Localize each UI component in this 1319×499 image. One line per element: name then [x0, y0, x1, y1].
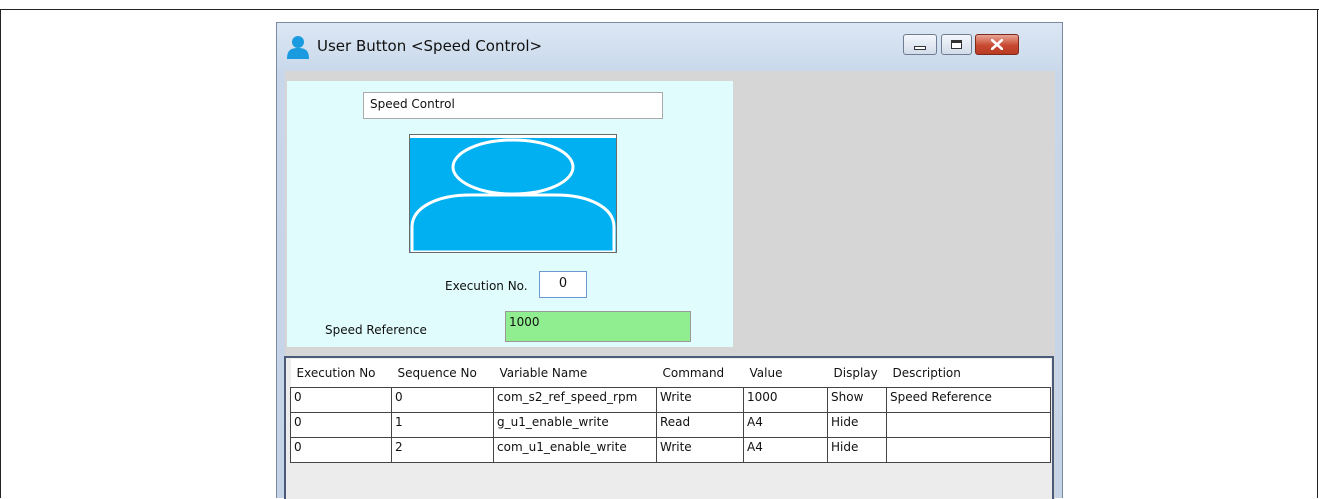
maximize-icon [951, 40, 962, 49]
table-cell[interactable]: g_u1_enable_write [493, 412, 657, 438]
window-title: User Button <Speed Control> [317, 37, 543, 55]
speed-reference-field[interactable]: 1000 [505, 311, 691, 342]
sequence-table: Execution No Sequence No Variable Name C… [290, 359, 1051, 463]
table-header-row: Execution No Sequence No Variable Name C… [290, 359, 1051, 388]
column-header[interactable]: Command [656, 359, 744, 388]
table-cell[interactable]: 2 [391, 437, 494, 463]
user-icon [287, 36, 309, 59]
button-name-field[interactable]: Speed Control [363, 92, 663, 119]
column-header[interactable]: Value [743, 359, 828, 388]
page-border-right [1317, 9, 1318, 498]
user-button-window: User Button <Speed Control> Speed Contro… [276, 22, 1063, 499]
table-cell[interactable]: 1 [391, 412, 494, 438]
table-cell[interactable]: 0 [290, 387, 392, 413]
table-cell[interactable]: com_u1_enable_write [493, 437, 657, 463]
table-cell[interactable]: Speed Reference [886, 387, 1051, 413]
table-row[interactable]: 0 2 com_u1_enable_write Write A4 Hide [290, 437, 1051, 463]
table-cell[interactable] [886, 412, 1051, 438]
execution-no-label: Execution No. [445, 279, 528, 293]
table-cell[interactable] [886, 437, 1051, 463]
table-cell[interactable]: Hide [827, 412, 887, 438]
sequence-table-container: Execution No Sequence No Variable Name C… [284, 356, 1054, 499]
table-cell[interactable]: Hide [827, 437, 887, 463]
column-header[interactable]: Variable Name [493, 359, 657, 388]
minimize-icon [914, 45, 926, 50]
table-cell[interactable]: 0 [391, 387, 494, 413]
maximize-button[interactable] [941, 34, 972, 55]
page-border-left [0, 9, 1, 498]
title-bar[interactable]: User Button <Speed Control> [277, 23, 1062, 71]
user-avatar-icon [410, 135, 616, 252]
column-header[interactable]: Description [886, 359, 1051, 388]
table-row[interactable]: 0 0 com_s2_ref_speed_rpm Write 1000 Show… [290, 387, 1051, 413]
close-icon [991, 39, 1003, 50]
table-row[interactable]: 0 1 g_u1_enable_write Read A4 Hide [290, 412, 1051, 438]
avatar-image-button[interactable] [409, 134, 617, 253]
page-border-top [0, 9, 1319, 10]
table-cell[interactable]: A4 [743, 412, 828, 438]
column-header[interactable]: Execution No [290, 359, 392, 388]
table-cell[interactable]: Write [656, 437, 744, 463]
table-cell[interactable]: 0 [290, 437, 392, 463]
table-cell[interactable]: Read [656, 412, 744, 438]
column-header[interactable]: Display [827, 359, 887, 388]
user-button-panel: Speed Control Execution No. 0 Speed Refe… [287, 81, 733, 347]
table-cell[interactable]: 1000 [743, 387, 828, 413]
table-cell[interactable]: Show [827, 387, 887, 413]
execution-no-field[interactable]: 0 [539, 271, 587, 298]
minimize-button[interactable] [903, 34, 937, 55]
column-header[interactable]: Sequence No [391, 359, 494, 388]
table-cell[interactable]: com_s2_ref_speed_rpm [493, 387, 657, 413]
table-cell[interactable]: A4 [743, 437, 828, 463]
table-cell[interactable]: Write [656, 387, 744, 413]
window-client-area: Speed Control Execution No. 0 Speed Refe… [284, 71, 1055, 499]
table-cell[interactable]: 0 [290, 412, 392, 438]
close-button[interactable] [975, 34, 1019, 55]
speed-reference-label: Speed Reference [325, 323, 427, 337]
